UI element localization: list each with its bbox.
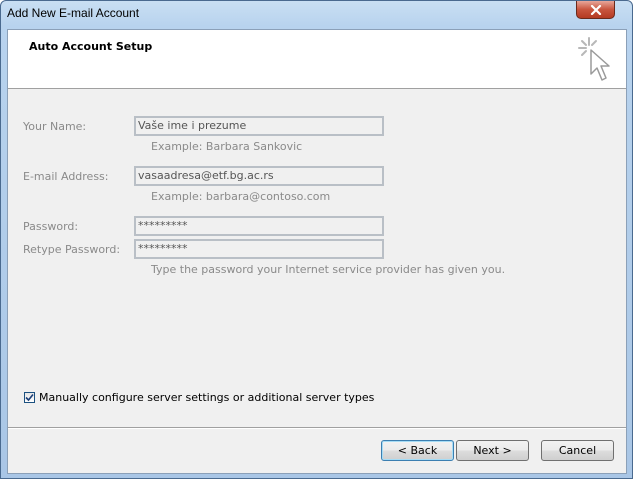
name-example: Example: Barbara Sankovic <box>151 140 303 153</box>
window-title: Add New E-mail Account <box>7 6 140 20</box>
title-bar[interactable]: Add New E-mail Account <box>1 1 632 27</box>
close-icon <box>590 4 601 15</box>
name-row: Your Name: Vaše ime i prezume <box>23 116 623 138</box>
close-button[interactable] <box>576 1 615 19</box>
dialog-window: Add New E-mail Account Auto Account Setu… <box>0 0 633 479</box>
email-field[interactable]: vasaadresa@etf.bg.ac.rs <box>134 166 384 186</box>
back-button[interactable]: < Back <box>381 440 454 461</box>
cursor-click-icon <box>578 37 610 81</box>
email-label: E-mail Address: <box>23 170 109 183</box>
manual-config-checkbox[interactable] <box>24 392 35 403</box>
password-row: Password: ********* <box>23 216 623 238</box>
manual-config-label: Manually configure server settings or ad… <box>39 391 375 404</box>
checkmark-icon <box>25 393 34 402</box>
retype-password-label: Retype Password: <box>23 243 121 256</box>
password-hint: Type the password your Internet service … <box>151 263 506 276</box>
retype-password-row: Retype Password: ********* <box>23 239 623 261</box>
next-button[interactable]: Next > <box>456 440 529 461</box>
page-title: Auto Account Setup <box>29 40 153 53</box>
name-label: Your Name: <box>23 120 87 133</box>
password-label: Password: <box>23 220 79 233</box>
wizard-header: Auto Account Setup <box>8 30 626 89</box>
button-separator <box>8 427 626 429</box>
email-row: E-mail Address: vasaadresa@etf.bg.ac.rs <box>23 166 623 188</box>
dialog-client-area: Auto Account Setup Your Name: Vaše ime i… <box>7 29 627 474</box>
retype-password-field[interactable]: ********* <box>134 239 384 259</box>
email-example: Example: barbara@contoso.com <box>151 190 331 203</box>
name-field[interactable]: Vaše ime i prezume <box>134 116 384 136</box>
password-field[interactable]: ********* <box>134 216 384 236</box>
manual-config-row[interactable]: Manually configure server settings or ad… <box>24 391 374 404</box>
cancel-button[interactable]: Cancel <box>541 440 614 461</box>
